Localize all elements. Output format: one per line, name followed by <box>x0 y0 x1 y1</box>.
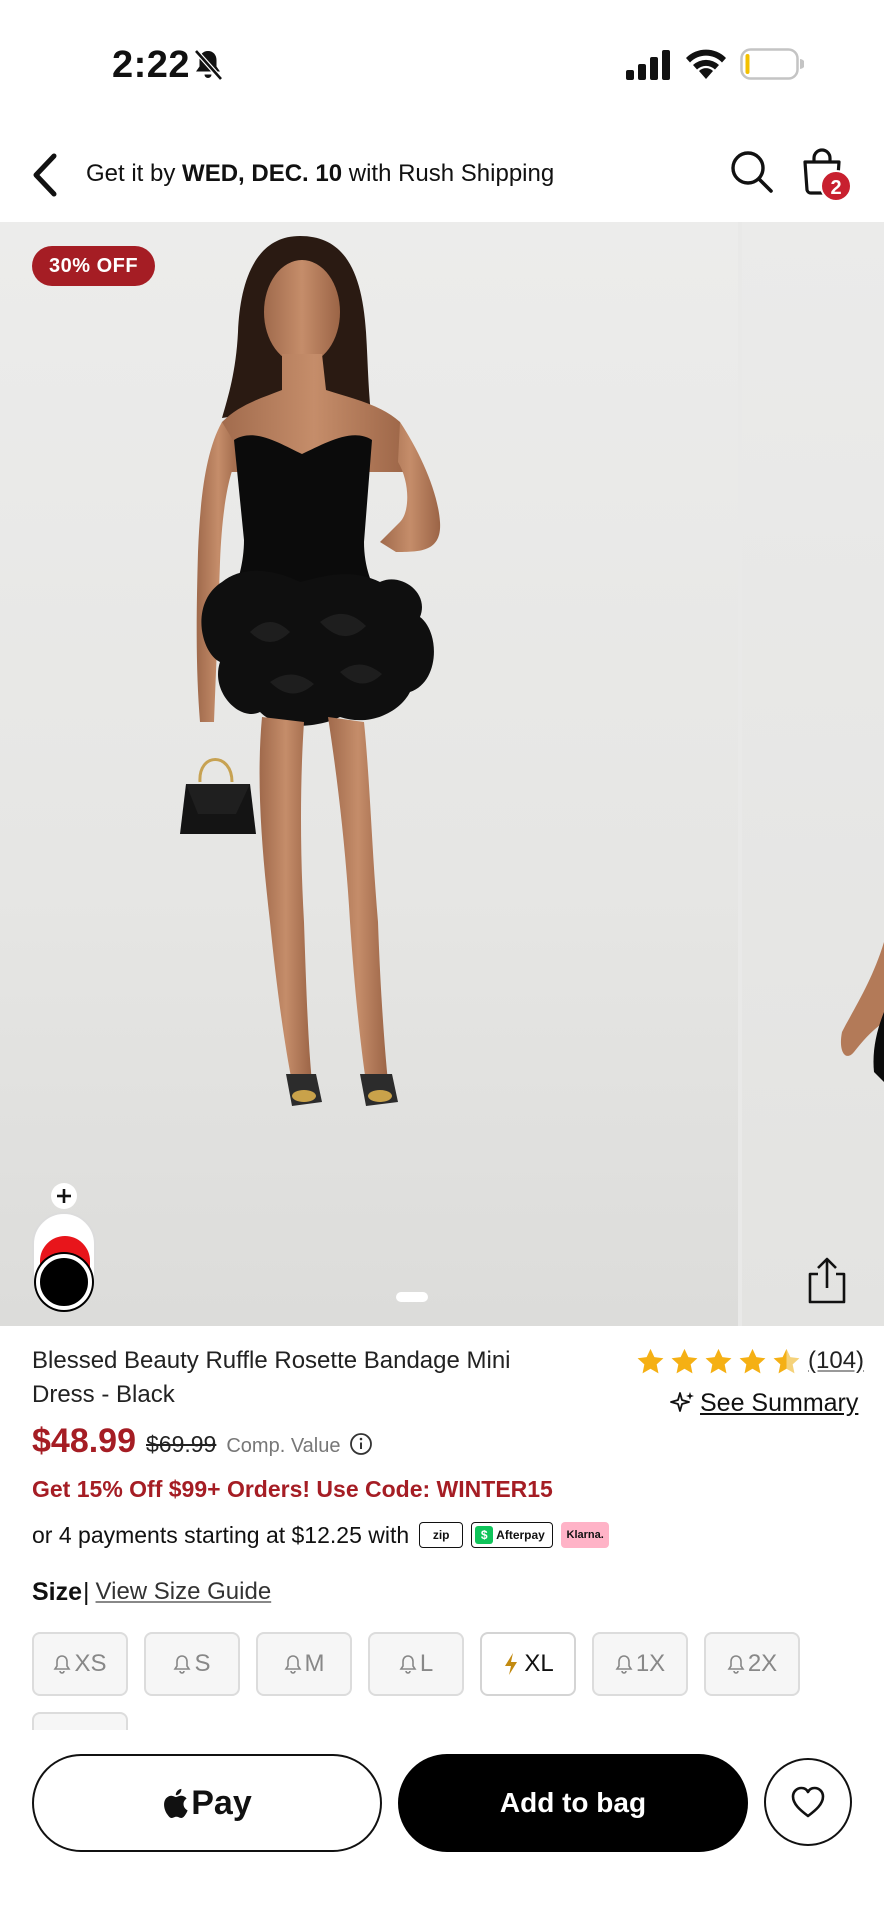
wishlist-button[interactable] <box>764 1758 852 1846</box>
size-option-s[interactable]: S <box>144 1632 240 1696</box>
status-time: 2:22 <box>112 44 191 86</box>
notify-bell-icon <box>727 1655 745 1674</box>
comp-value-label: Comp. Value <box>226 1435 341 1457</box>
swatch-stack <box>32 1212 96 1310</box>
see-summary-label: See Summary <box>700 1388 859 1417</box>
cart-button[interactable]: 2 <box>800 148 856 208</box>
delivery-date: WED, DEC. 10 <box>182 160 343 187</box>
bell-slash-icon <box>194 49 223 81</box>
view-size-guide-link[interactable]: View Size Guide <box>96 1578 272 1606</box>
notify-bell-icon <box>53 1655 71 1674</box>
product-image-next-preview[interactable] <box>742 222 884 1326</box>
product-image-gallery[interactable]: 30% OFF <box>0 222 884 1326</box>
model-photo <box>180 236 441 1106</box>
size-option-label: S <box>194 1650 211 1677</box>
klarna-logo[interactable]: Klarna. <box>561 1522 610 1548</box>
search-icon[interactable] <box>728 148 776 196</box>
sparkle-icon <box>670 1392 694 1412</box>
see-summary-link[interactable]: See Summary <box>670 1386 858 1420</box>
delivery-suffix: with Rush Shipping <box>342 160 555 187</box>
afterpay-logo[interactable]: $ Afterpay <box>471 1522 554 1548</box>
star-icon <box>637 1348 664 1373</box>
model-photo-next <box>840 942 884 1082</box>
nav-header: Get it by WED, DEC. 10 with Rush Shippin… <box>0 130 884 222</box>
apple-logo-icon <box>164 1788 188 1818</box>
size-label: Size <box>32 1577 83 1606</box>
notify-bell-icon <box>399 1655 417 1674</box>
rating[interactable]: (104) <box>636 1344 864 1378</box>
star-icon <box>671 1348 698 1373</box>
heart-icon <box>791 1786 825 1818</box>
star-icon <box>705 1348 732 1373</box>
swatch-black-selected[interactable] <box>36 1254 92 1310</box>
share-icon[interactable] <box>804 1256 850 1306</box>
promo-banner: Get 15% Off $99+ Orders! Use Code: WINTE… <box>32 1476 553 1502</box>
notify-bell-icon <box>615 1655 633 1674</box>
back-arrow-icon[interactable] <box>28 150 64 200</box>
zip-logo[interactable]: zip <box>419 1522 464 1548</box>
size-option-xs[interactable]: XS <box>32 1632 128 1696</box>
carousel-indicator <box>396 1292 428 1302</box>
apple-pay-button[interactable]: Pay <box>32 1754 382 1852</box>
zip-label: zip <box>432 1528 450 1542</box>
review-count[interactable]: (104) <box>808 1347 864 1375</box>
current-price: $48.99 <box>32 1422 136 1460</box>
size-option-1x[interactable]: 1X <box>592 1632 688 1696</box>
size-option-label: L <box>419 1650 434 1677</box>
size-header: Size | View Size Guide <box>32 1574 271 1610</box>
star-half-icon <box>773 1348 800 1373</box>
afterpay-label: Afterpay <box>496 1528 545 1542</box>
size-option-l[interactable]: L <box>368 1632 464 1696</box>
price-row: $48.99 $69.99 Comp. Value <box>32 1422 373 1466</box>
battery-low-icon <box>740 48 804 80</box>
info-icon[interactable] <box>349 1432 373 1456</box>
add-to-bag-button[interactable]: Add to bag <box>398 1754 748 1852</box>
cart-count-badge: 2 <box>820 170 852 202</box>
size-option-2x[interactable]: 2X <box>704 1632 800 1696</box>
cellular-signal-icon <box>626 50 670 80</box>
delivery-estimate: Get it by WED, DEC. 10 with Rush Shippin… <box>86 160 554 188</box>
size-option-m[interactable]: M <box>256 1632 352 1696</box>
product-image-main[interactable]: 30% OFF <box>0 222 738 1326</box>
installments-row[interactable]: or 4 payments starting at $12.25 with zi… <box>32 1518 617 1552</box>
status-bar: 2:22 <box>0 0 884 130</box>
klarna-label: Klarna. <box>566 1529 604 1541</box>
original-price: $69.99 <box>146 1431 217 1457</box>
size-divider: | <box>83 1577 90 1606</box>
size-option-xl[interactable]: XL <box>480 1632 576 1696</box>
lightning-bolt-icon <box>505 1653 518 1675</box>
installments-text: or 4 payments starting at $12.25 with <box>32 1521 410 1548</box>
delivery-prefix: Get it by <box>86 160 183 187</box>
size-option-label: M <box>304 1650 325 1677</box>
bottom-action-bar: Pay Add to bag <box>0 1730 884 1920</box>
apple-pay-label: Pay <box>191 1783 252 1822</box>
discount-badge: 30% OFF <box>32 246 156 286</box>
afterpay-mark-icon: $ <box>475 1526 494 1544</box>
color-swatch-picker[interactable] <box>32 1182 96 1310</box>
size-option-label: 1X <box>635 1650 666 1677</box>
plus-icon[interactable] <box>50 1182 78 1210</box>
product-title: Blessed Beauty Ruffle Rosette Bandage Mi… <box>32 1347 511 1408</box>
size-option-label: 2X <box>747 1650 778 1677</box>
notify-bell-icon <box>173 1655 191 1674</box>
size-option-label: XL <box>524 1650 554 1677</box>
size-option-label: XS <box>74 1650 107 1677</box>
wifi-icon <box>686 49 726 79</box>
star-icon <box>739 1348 766 1373</box>
notify-bell-icon <box>284 1655 301 1674</box>
